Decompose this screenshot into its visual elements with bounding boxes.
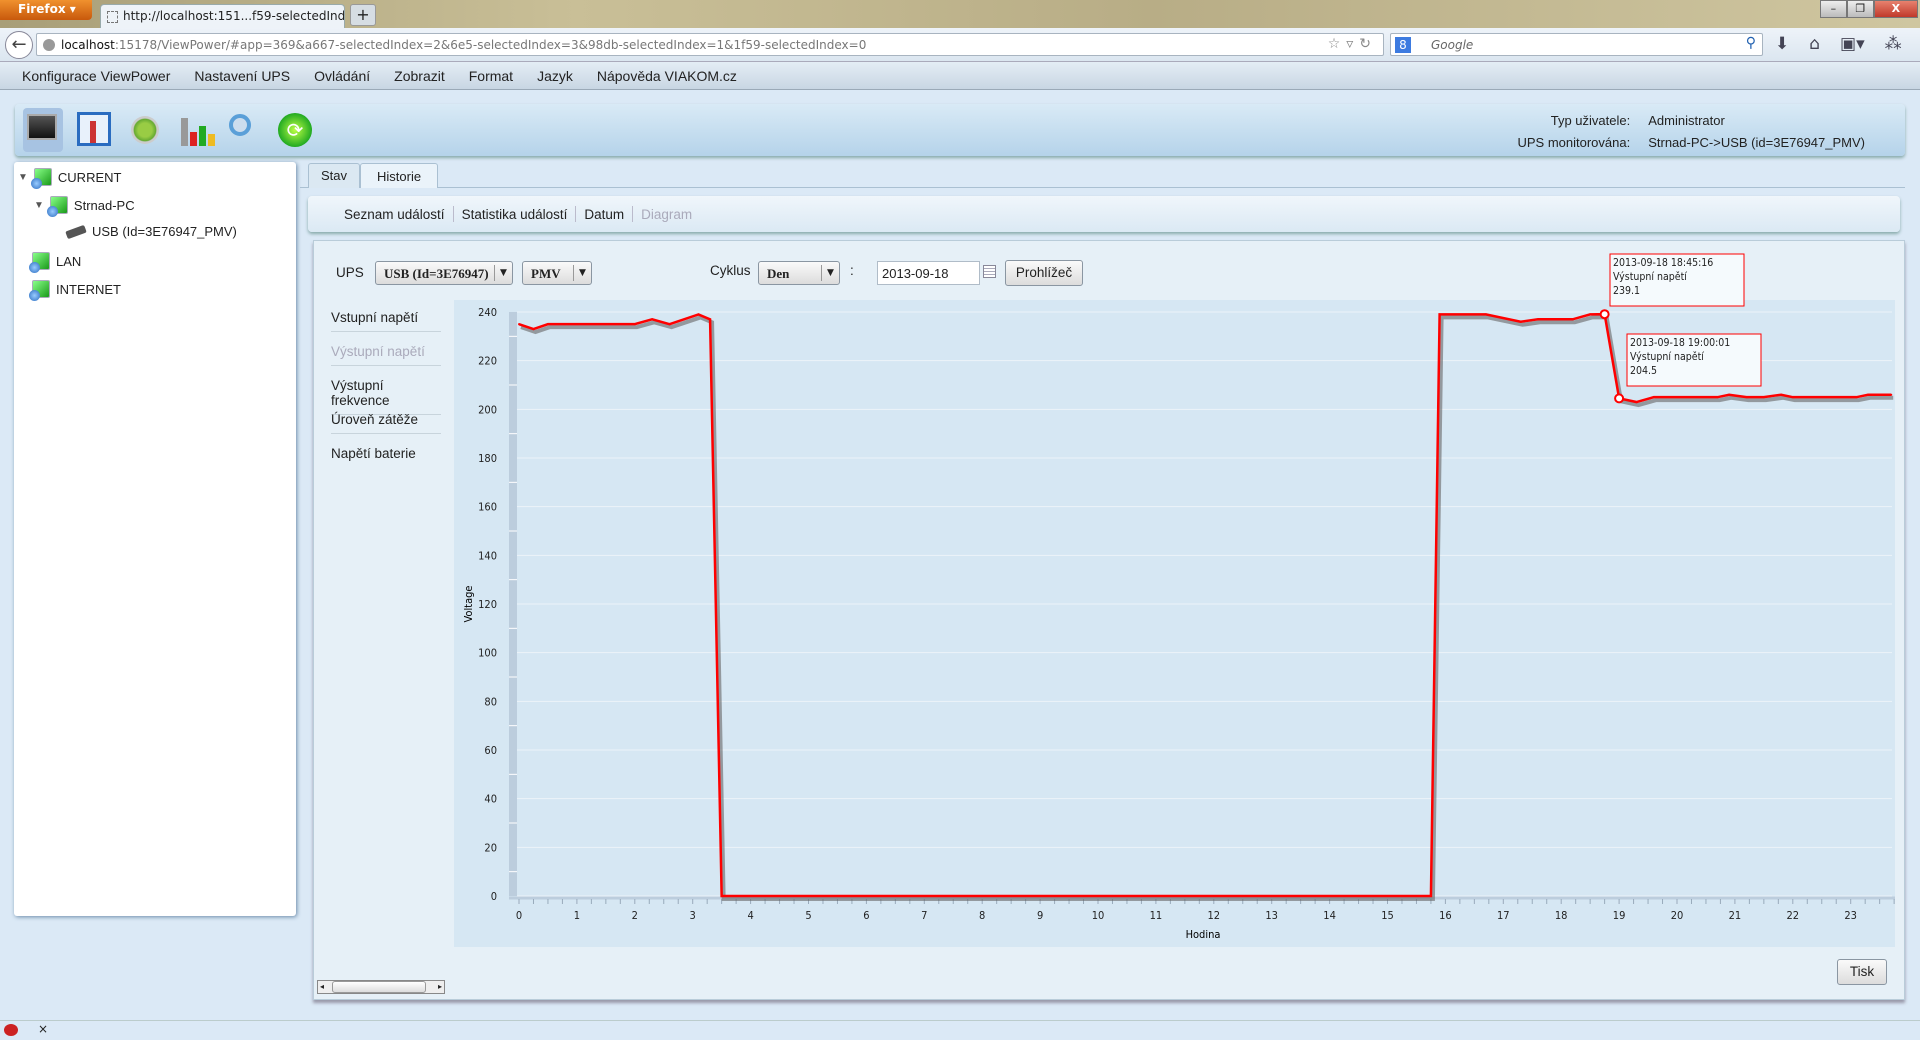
data-point [668,323,671,326]
scrollbar-thumb[interactable] [332,981,426,993]
y-tick-label: 120 [478,598,497,611]
data-point [1855,396,1858,399]
x-tick-label: 20 [1671,909,1684,922]
data-point [546,323,549,326]
data-point [1429,895,1432,897]
annotation-marker [1599,309,1610,320]
data-point [1537,318,1540,321]
x-tick-label: 17 [1497,909,1510,922]
data-point [1484,313,1487,316]
print-button[interactable]: Tisk [1837,959,1887,985]
x-tick-label: 14 [1323,909,1336,922]
scroll-right-arrow-icon[interactable]: ▸ [438,982,442,991]
x-tick-label: 22 [1787,909,1800,922]
status-bar: × [0,1020,1920,1040]
annotation-text: 239.1 [1613,285,1640,297]
data-point [1867,393,1870,396]
data-point [1519,320,1522,323]
annotation-text: 2013-09-18 19:00:01 [1630,337,1730,349]
data-point [1745,396,1748,399]
data-point [651,318,654,321]
x-tick-label: 6 [863,909,869,922]
data-point [1762,396,1765,399]
y-tick-label: 240 [478,306,497,319]
y-tick-label: 200 [478,403,497,416]
annotation-text: Výstupní napětí [1613,271,1687,283]
x-tick-label: 13 [1265,909,1278,922]
annotation-marker [1614,393,1625,404]
data-point [1589,313,1592,316]
data-point [1652,396,1655,399]
x-tick-label: 12 [1208,909,1221,922]
annotation-text: 2013-09-18 18:45:16 [1613,257,1713,269]
close-addon-bar-icon[interactable]: × [38,1022,48,1036]
data-point [1780,393,1783,396]
horizontal-scrollbar[interactable]: ◂ ▸ [317,980,445,994]
data-point [1635,401,1638,404]
y-tick-label: 140 [478,549,497,562]
x-tick-label: 19 [1613,909,1626,922]
y-tick-label: 20 [484,841,497,854]
x-tick-label: 11 [1150,909,1163,922]
x-tick-label: 10 [1092,909,1105,922]
data-point [1716,396,1719,399]
x-tick-label: 0 [516,909,522,922]
x-tick-label: 21 [1729,909,1742,922]
adblock-icon[interactable] [4,1024,18,1036]
y-tick-label: 0 [491,890,497,903]
data-point [518,323,520,326]
x-tick-label: 18 [1555,909,1568,922]
x-tick-label: 15 [1381,909,1394,922]
data-point [1728,393,1731,396]
y-axis-bar [509,312,517,896]
data-point [697,313,700,316]
data-point [1571,318,1574,321]
series-shadow [520,315,1894,901]
data-point [1890,393,1893,396]
x-tick-label: 23 [1844,909,1857,922]
y-tick-label: 40 [484,793,497,806]
x-tick-label: 7 [921,909,927,922]
x-tick-label: 8 [979,909,985,922]
x-axis-label: Hodina [1186,928,1221,941]
y-tick-label: 180 [478,452,497,465]
x-tick-label: 3 [690,909,696,922]
x-tick-label: 9 [1037,909,1043,922]
data-point [633,323,636,326]
data-point [532,328,535,331]
x-tick-label: 5 [805,909,811,922]
data-point [709,318,712,321]
annotation-text: 204.5 [1630,365,1657,377]
annotation-text: Výstupní napětí [1630,351,1704,363]
x-tick-label: 16 [1439,909,1452,922]
y-axis-label: Voltage [462,585,475,622]
y-tick-label: 160 [478,501,497,514]
scroll-left-arrow-icon[interactable]: ◂ [320,982,324,991]
y-tick-label: 220 [478,355,497,368]
data-point [720,895,723,897]
data-point [1438,313,1441,316]
x-tick-label: 1 [574,909,580,922]
y-tick-label: 60 [484,744,497,757]
x-tick-label: 4 [747,909,753,922]
y-tick-label: 80 [484,695,497,708]
voltage-chart: 0204060801001201401601802002202400 1 2 3 4 5 6… [462,253,1895,941]
x-tick-label: 2 [632,909,638,922]
y-tick-label: 100 [478,647,497,660]
data-point [1791,396,1794,399]
